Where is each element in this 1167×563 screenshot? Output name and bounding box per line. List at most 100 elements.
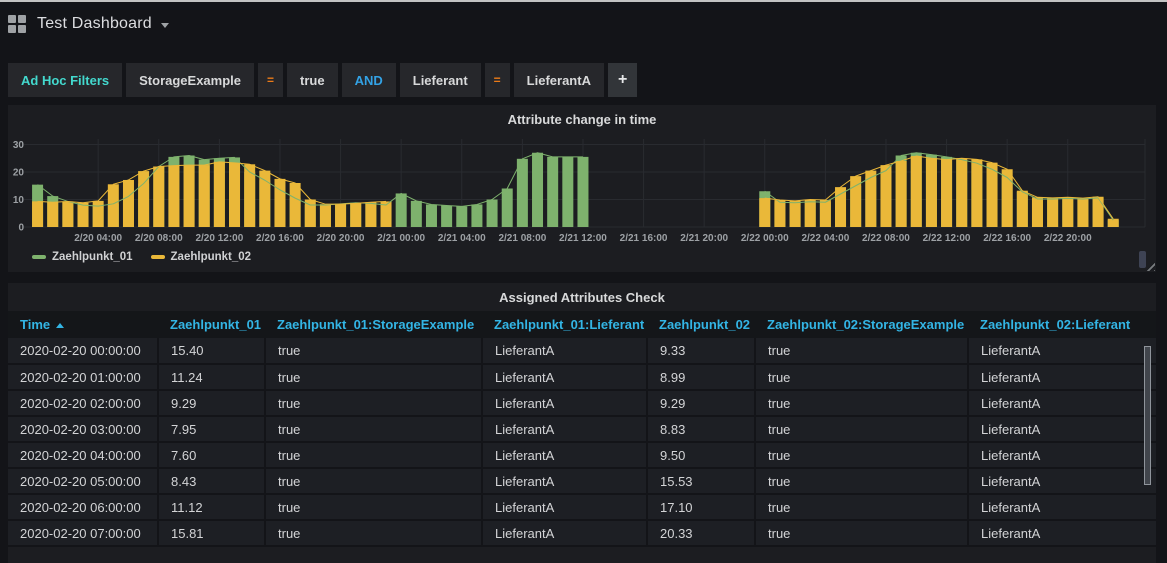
chart-bar-zaehlpunkt_02[interactable] <box>32 201 43 227</box>
chart-bar-zaehlpunkt_01[interactable] <box>441 206 452 227</box>
chart-bar-zaehlpunkt_02[interactable] <box>820 200 831 227</box>
chart-bar-zaehlpunkt_01[interactable] <box>456 206 467 227</box>
chart-bar-zaehlpunkt_02[interactable] <box>1047 198 1058 227</box>
chart-bar-zaehlpunkt_02[interactable] <box>78 203 89 227</box>
chart-bar-zaehlpunkt_02[interactable] <box>941 160 952 227</box>
chart-bar-zaehlpunkt_02[interactable] <box>335 204 346 227</box>
chart-bar-zaehlpunkt_02[interactable] <box>350 203 361 227</box>
chart-bar-zaehlpunkt_02[interactable] <box>835 187 846 227</box>
add-filter-button[interactable]: + <box>608 63 637 97</box>
chart-bar-zaehlpunkt_02[interactable] <box>911 156 922 227</box>
table-cell: true <box>755 338 968 364</box>
chart-bar-zaehlpunkt_02[interactable] <box>320 204 331 227</box>
table-cell: 9.29 <box>158 390 265 416</box>
chart-bar-zaehlpunkt_02[interactable] <box>1093 197 1104 227</box>
y-tick-label: 0 <box>18 223 24 234</box>
table-header-row: TimeZaehlpunkt_01Zaehlpunkt_01:StorageEx… <box>8 311 1156 338</box>
x-tick-label: 2/21 04:00 <box>438 233 486 244</box>
chart-bar-zaehlpunkt_01[interactable] <box>562 157 573 227</box>
table-cell: true <box>265 494 482 520</box>
chart-bar-zaehlpunkt_02[interactable] <box>805 200 816 228</box>
table-cell: true <box>265 364 482 390</box>
chart-bar-zaehlpunkt_02[interactable] <box>926 158 937 227</box>
filter-value-chip[interactable]: true <box>287 63 338 97</box>
chart-bar-zaehlpunkt_02[interactable] <box>1032 197 1043 227</box>
chart-bar-zaehlpunkt_02[interactable] <box>956 158 967 227</box>
legend-item-zaehlpunkt_01[interactable]: Zaehlpunkt_01 <box>32 251 133 263</box>
x-tick-label: 2/22 20:00 <box>1044 233 1092 244</box>
table-row: 2020-02-20 02:00:009.29trueLieferantA9.2… <box>8 390 1156 416</box>
adhoc-filter-bar: Ad Hoc Filters StorageExample=trueANDLie… <box>8 63 637 97</box>
table-cell: 11.12 <box>158 494 265 520</box>
filter-key-chip[interactable]: Lieferant <box>400 63 481 97</box>
chart-resize-handle-icon[interactable] <box>1146 262 1155 271</box>
column-header-zaehlpunkt-02-lieferant[interactable]: Zaehlpunkt_02:Lieferant <box>968 311 1156 338</box>
table-cell: LieferantA <box>482 364 647 390</box>
chart-bar-zaehlpunkt_02[interactable] <box>168 166 179 227</box>
chart-bar-zaehlpunkt_02[interactable] <box>790 201 801 227</box>
chart-bar-zaehlpunkt_02[interactable] <box>987 163 998 227</box>
column-header-zaehlpunkt-02[interactable]: Zaehlpunkt_02 <box>647 311 755 338</box>
x-tick-label: 2/21 16:00 <box>620 233 668 244</box>
chart-bar-zaehlpunkt_02[interactable] <box>214 162 225 227</box>
chart-bar-zaehlpunkt_02[interactable] <box>880 165 891 227</box>
chart-bar-zaehlpunkt_02[interactable] <box>47 202 58 227</box>
chart-bar-zaehlpunkt_02[interactable] <box>274 179 285 227</box>
chart-bar-zaehlpunkt_02[interactable] <box>199 165 210 227</box>
chart-bar-zaehlpunkt_02[interactable] <box>62 201 73 227</box>
chart-bar-zaehlpunkt_01[interactable] <box>502 189 513 228</box>
column-header-zaehlpunkt-01-lieferant[interactable]: Zaehlpunkt_01:Lieferant <box>482 311 647 338</box>
chart-bar-zaehlpunkt_01[interactable] <box>396 193 407 227</box>
chart-bar-zaehlpunkt_02[interactable] <box>184 165 195 227</box>
filter-operator-chip[interactable]: = <box>258 63 283 97</box>
chart-bar-zaehlpunkt_02[interactable] <box>290 183 301 227</box>
filter-key-chip[interactable]: StorageExample <box>126 63 254 97</box>
table-cell: 2020-02-20 04:00:00 <box>8 442 158 468</box>
chart-bar-zaehlpunkt_02[interactable] <box>259 171 270 227</box>
filter-value-chip[interactable]: LieferantA <box>514 63 604 97</box>
dashboard-title[interactable]: Test Dashboard <box>37 15 152 33</box>
chart-bar-zaehlpunkt_01[interactable] <box>517 159 528 227</box>
chart-bar-zaehlpunkt_02[interactable] <box>774 200 785 227</box>
chart-bar-zaehlpunkt_02[interactable] <box>123 180 134 227</box>
table-cell: true <box>265 468 482 494</box>
column-header-time[interactable]: Time <box>8 311 158 338</box>
chart-bar-zaehlpunkt_01[interactable] <box>411 201 422 227</box>
filter-operator-chip[interactable]: = <box>485 63 510 97</box>
column-header-zaehlpunkt-01[interactable]: Zaehlpunkt_01 <box>158 311 265 338</box>
chart-bar-zaehlpunkt_02[interactable] <box>93 201 104 227</box>
chart-bar-zaehlpunkt_02[interactable] <box>365 202 376 227</box>
chart-bar-zaehlpunkt_01[interactable] <box>547 157 558 227</box>
table-cell: true <box>755 416 968 442</box>
chart-bar-zaehlpunkt_02[interactable] <box>108 184 119 227</box>
table-cell: LieferantA <box>482 468 647 494</box>
filter-condition-chip[interactable]: AND <box>342 63 396 97</box>
chart-bar-zaehlpunkt_02[interactable] <box>1017 191 1028 227</box>
chart-bar-zaehlpunkt_01[interactable] <box>471 204 482 227</box>
chart-bar-zaehlpunkt_02[interactable] <box>1062 197 1073 227</box>
chart-bar-zaehlpunkt_01[interactable] <box>577 157 588 227</box>
column-header-zaehlpunkt-01-storageexample[interactable]: Zaehlpunkt_01:StorageExample <box>265 311 482 338</box>
table-scrollbar-thumb[interactable] <box>1144 346 1151 485</box>
chart-bar-zaehlpunkt_01[interactable] <box>487 200 498 228</box>
table-cell: 2020-02-20 06:00:00 <box>8 494 158 520</box>
chart-bar-zaehlpunkt_02[interactable] <box>229 163 240 227</box>
caret-down-icon[interactable] <box>161 23 169 28</box>
chart-scrollbar-thumb[interactable] <box>1139 251 1146 268</box>
table-cell: LieferantA <box>482 338 647 364</box>
chart-bar-zaehlpunkt_02[interactable] <box>971 159 982 227</box>
grid-icon[interactable] <box>8 15 27 34</box>
chart-bar-zaehlpunkt_02[interactable] <box>1077 198 1088 227</box>
chart-bar-zaehlpunkt_01[interactable] <box>426 204 437 227</box>
chart-svg: 01020302/20 04:002/20 08:002/20 12:002/2… <box>8 133 1156 247</box>
x-tick-label: 2/20 16:00 <box>256 233 304 244</box>
chart-bar-zaehlpunkt_02[interactable] <box>153 167 164 228</box>
table-panel-title[interactable]: Assigned Attributes Check <box>8 283 1156 311</box>
x-tick-label: 2/20 20:00 <box>317 233 365 244</box>
chart-bar-zaehlpunkt_02[interactable] <box>759 198 770 227</box>
chart-panel-title[interactable]: Attribute change in time <box>8 105 1156 133</box>
chart-bar-zaehlpunkt_01[interactable] <box>532 153 543 227</box>
column-header-zaehlpunkt-02-storageexample[interactable]: Zaehlpunkt_02:StorageExample <box>755 311 968 338</box>
chart-bar-zaehlpunkt_02[interactable] <box>896 161 907 227</box>
legend-item-zaehlpunkt_02[interactable]: Zaehlpunkt_02 <box>151 251 252 263</box>
